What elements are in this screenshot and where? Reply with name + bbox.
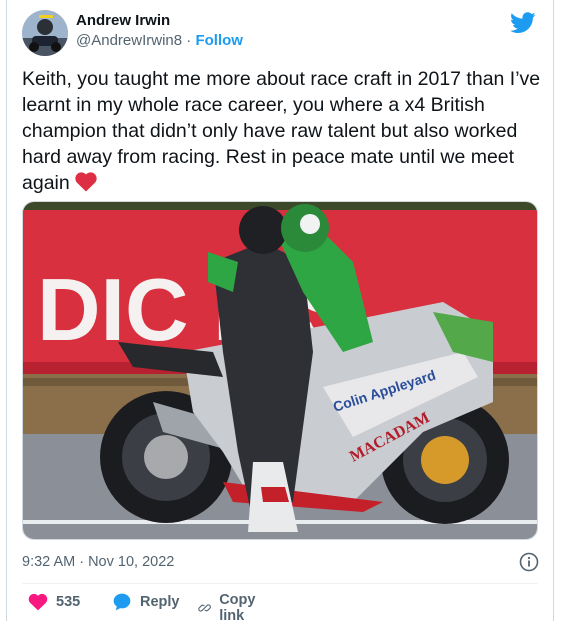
divider	[22, 583, 538, 584]
info-icon[interactable]	[519, 552, 539, 572]
tweet-text-block: Keith, you taught me more about race cra…	[22, 66, 542, 196]
reply-bubble-icon	[113, 593, 131, 611]
tweet-photo[interactable]: DIC IES Colin Appleyard MACADAM	[22, 201, 538, 540]
link-icon	[198, 604, 211, 612]
copy-link-button[interactable]: Copy link	[198, 592, 262, 624]
separator-dot: ·	[186, 32, 192, 49]
tweet-text: Keith, you taught me more about race cra…	[22, 68, 541, 194]
author-name[interactable]: Andrew Irwin	[76, 12, 170, 29]
author-handle-row: @AndrewIrwin8 · Follow	[76, 32, 243, 49]
copy-link-label: Copy link	[219, 592, 256, 624]
tweet-card: Andrew Irwin @AndrewIrwin8 · Follow Keit…	[6, 0, 554, 624]
like-count: 535	[56, 594, 81, 610]
heart-icon	[28, 593, 48, 611]
reply-label: Reply	[140, 594, 180, 610]
tweet-timestamp[interactable]: 9:32 AM · Nov 10, 2022	[22, 554, 174, 570]
twitter-bird-icon[interactable]	[510, 12, 536, 34]
like-button[interactable]: 535	[28, 592, 80, 612]
race-photo-image: DIC IES Colin Appleyard MACADAM	[23, 202, 537, 539]
tweet-header: Andrew Irwin @AndrewIrwin8 · Follow	[22, 10, 538, 58]
author-handle[interactable]: @AndrewIrwin8	[76, 32, 182, 49]
avatar[interactable]	[22, 10, 68, 56]
reply-button[interactable]: Reply	[112, 592, 180, 612]
follow-button[interactable]: Follow	[195, 32, 243, 49]
red-heart-icon	[75, 172, 97, 192]
